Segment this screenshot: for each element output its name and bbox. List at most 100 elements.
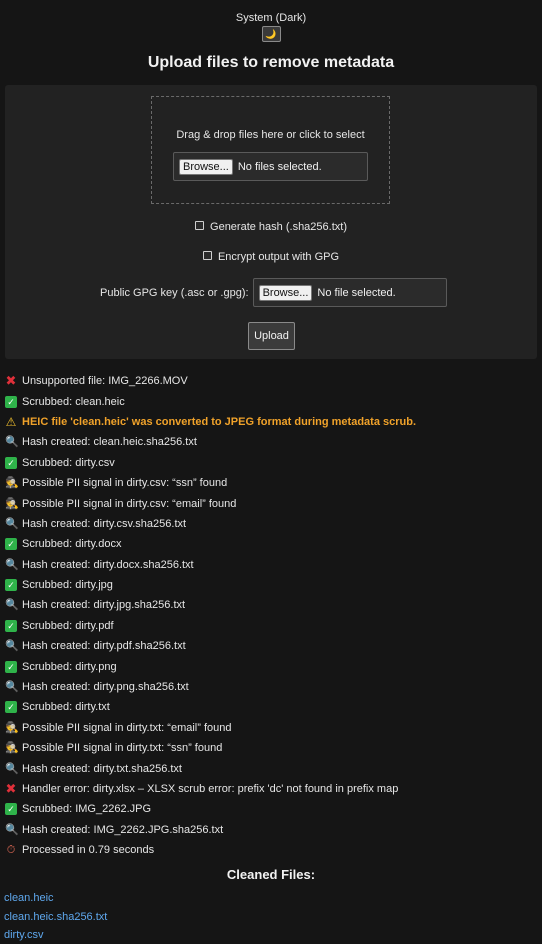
log-entry-text: Handler error: dirty.xlsx – XLSX scrub e… [22, 783, 399, 795]
magnifier-icon: 🔍 [5, 640, 19, 653]
cleaned-files-list: clean.heic clean.heic.sha256.txt dirty.csv [0, 892, 542, 944]
result-log: ✖ Unsupported file: IMG_2266.MOV ✓ Scrubbed… [0, 371, 542, 860]
log-entry: 🕵 Possible PII signal in dirty.csv: “emai… [5, 493, 542, 513]
log-entry-text: Scrubbed: dirty.jpg [22, 579, 113, 592]
check-icon: ✓ [5, 619, 17, 632]
log-entry: 🔍 Hash created: dirty.docx.sha256.txt [5, 555, 542, 575]
magnifier-icon: 🔍 [5, 681, 19, 694]
page-title: Upload files to remove metadata [147, 54, 395, 71]
magnifier-icon: 🔍 [5, 558, 19, 571]
stopwatch-icon: ⏱ [6, 844, 16, 857]
log-entry-text: Hash created: IMG_2262.JPG.sha256.txt [22, 823, 224, 836]
log-entry: 🕵 Possible PII signal in dirty.txt: “ssn”… [5, 738, 542, 758]
files-input[interactable]: Browse... No files selected. [173, 152, 368, 181]
log-entry: 🔍 Hash created: dirty.pdf.sha256.txt [5, 636, 542, 656]
check-icon: ✓ [5, 803, 17, 816]
check-icon: ✓ [5, 660, 17, 673]
log-entry: ⏱ Processed in 0.79 seconds [5, 840, 542, 860]
magnifier-icon: 🔍 [5, 436, 19, 449]
log-entry-text: Possible PII signal in dirty.txt: “ssn” … [22, 742, 223, 755]
moon-icon: 🌙 [265, 29, 277, 39]
gpg-key-label: Public GPG key (.asc or .gpg): [100, 286, 249, 299]
log-entry-text: Scrubbed: clean.heic [22, 395, 125, 408]
encrypt-option[interactable]: Encrypt output with GPG [5, 251, 537, 263]
theme-label: System (Dark) [235, 12, 307, 24]
log-entry-text: Possible PII signal in dirty.csv: “email… [22, 497, 237, 510]
log-entry-text: Scrubbed: dirty.png [22, 660, 117, 673]
dropzone-text: Drag & drop files here or click to selec… [176, 129, 365, 141]
magnifier-icon: 🔍 [5, 517, 19, 530]
generate-hash-label: Generate hash (.sha256.txt) [210, 221, 347, 233]
detective-icon: 🕵 [5, 477, 19, 490]
detective-icon: 🕵 [5, 721, 19, 734]
log-entry-text: Processed in 0.79 seconds [22, 844, 155, 857]
log-entry: ⚠ HEIC file 'clean.heic' was converted to… [5, 412, 542, 432]
log-entry-text: Possible PII signal in dirty.csv: “ssn” … [22, 477, 228, 490]
log-entry: ✓ Scrubbed: clean.heic [5, 391, 542, 411]
log-entry-text: Hash created: dirty.csv.sha256.txt [22, 517, 187, 530]
magnifier-icon: 🔍 [5, 762, 19, 775]
log-entry-text: Scrubbed: dirty.csv [22, 456, 115, 469]
upload-form: Drag & drop files here or click to selec… [5, 85, 537, 359]
upload-button[interactable]: Upload [248, 322, 295, 350]
log-entry: 🔍 Hash created: clean.heic.sha256.txt [5, 432, 542, 452]
log-entry-text: HEIC file 'clean.heic' was converted to … [22, 415, 417, 428]
log-entry-text: Scrubbed: dirty.docx [22, 538, 122, 551]
magnifier-icon: 🔍 [5, 599, 19, 612]
log-entry: ✓ Scrubbed: dirty.txt [5, 697, 542, 717]
log-entry: 🕵 Possible PII signal in dirty.txt: “emai… [5, 718, 542, 738]
log-entry: 🔍 Hash created: dirty.txt.sha256.txt [5, 758, 542, 778]
check-icon: ✓ [5, 579, 17, 592]
log-entry-text: Hash created: dirty.png.sha256.txt [22, 681, 189, 694]
cross-icon: ✖ [5, 373, 17, 389]
cleaned-files-title: Cleaned Files: [226, 867, 316, 883]
cleaned-file-link[interactable]: clean.heic [0, 892, 542, 911]
log-entry-text: Hash created: dirty.pdf.sha256.txt [22, 640, 186, 653]
log-entry: 🔍 Hash created: IMG_2262.JPG.sha256.txt [5, 820, 542, 840]
check-icon: ✓ [5, 538, 17, 551]
generate-hash-checkbox[interactable] [195, 221, 205, 230]
check-icon: ✓ [5, 456, 17, 469]
gpg-key-input[interactable]: Browse... No file selected. [252, 278, 447, 307]
log-entry: ✖ Handler error: dirty.xlsx – XLSX scrub … [5, 779, 542, 799]
magnifier-icon: 🔍 [5, 823, 19, 836]
detective-icon: 🕵 [5, 497, 19, 510]
log-entry: ✖ Unsupported file: IMG_2266.MOV [5, 371, 542, 391]
log-entry-text: Scrubbed: dirty.pdf [22, 619, 114, 632]
log-entry: ✓ Scrubbed: dirty.jpg [5, 575, 542, 595]
log-entry: 🔍 Hash created: dirty.jpg.sha256.txt [5, 595, 542, 615]
log-entry-text: Hash created: clean.heic.sha256.txt [22, 436, 197, 449]
dropzone[interactable]: Drag & drop files here or click to selec… [151, 96, 390, 204]
encrypt-label: Encrypt output with GPG [217, 251, 340, 263]
encrypt-checkbox[interactable] [202, 251, 212, 260]
log-entry: 🕵 Possible PII signal in dirty.csv: “ssn”… [5, 473, 542, 493]
theme-toggle-button[interactable]: 🌙 [261, 26, 281, 42]
log-entry: ✓ Scrubbed: dirty.png [5, 656, 542, 676]
log-entry: ✓ Scrubbed: IMG_2262.JPG [5, 799, 542, 819]
log-entry-text: Hash created: dirty.txt.sha256.txt [22, 762, 182, 775]
log-entry: 🔍 Hash created: dirty.csv.sha256.txt [5, 514, 542, 534]
log-entry: ✓ Scrubbed: dirty.pdf [5, 616, 542, 636]
cross-icon: ✖ [5, 781, 17, 796]
gpg-key-row: Public GPG key (.asc or .gpg): Browse...… [100, 278, 447, 307]
log-entry: ✓ Scrubbed: dirty.docx [5, 534, 542, 554]
log-entry-text: Scrubbed: IMG_2262.JPG [22, 803, 152, 816]
browse-files-button[interactable]: Browse... [179, 158, 233, 175]
log-entry: ✓ Scrubbed: dirty.csv [5, 453, 542, 473]
log-entry-text: Hash created: dirty.jpg.sha256.txt [22, 599, 186, 612]
log-entry-text: Scrubbed: dirty.txt [22, 701, 110, 714]
cleaned-file-link[interactable]: clean.heic.sha256.txt [0, 911, 542, 930]
log-entry-text: Hash created: dirty.docx.sha256.txt [22, 558, 194, 571]
log-entry-text: Unsupported file: IMG_2266.MOV [22, 375, 188, 388]
warning-icon: ⚠ [5, 414, 17, 429]
theme-selector: System (Dark) 🌙 [0, 0, 542, 42]
check-icon: ✓ [5, 701, 17, 714]
log-entry-text: Possible PII signal in dirty.txt: “email… [22, 721, 232, 734]
check-icon: ✓ [5, 395, 17, 408]
log-entry: 🔍 Hash created: dirty.png.sha256.txt [5, 677, 542, 697]
cleaned-file-link[interactable]: dirty.csv [0, 929, 542, 944]
files-status: No files selected. [237, 160, 322, 173]
generate-hash-option[interactable]: Generate hash (.sha256.txt) [5, 221, 537, 233]
gpg-file-status: No file selected. [317, 286, 396, 299]
gpg-browse-button[interactable]: Browse... [258, 284, 313, 301]
